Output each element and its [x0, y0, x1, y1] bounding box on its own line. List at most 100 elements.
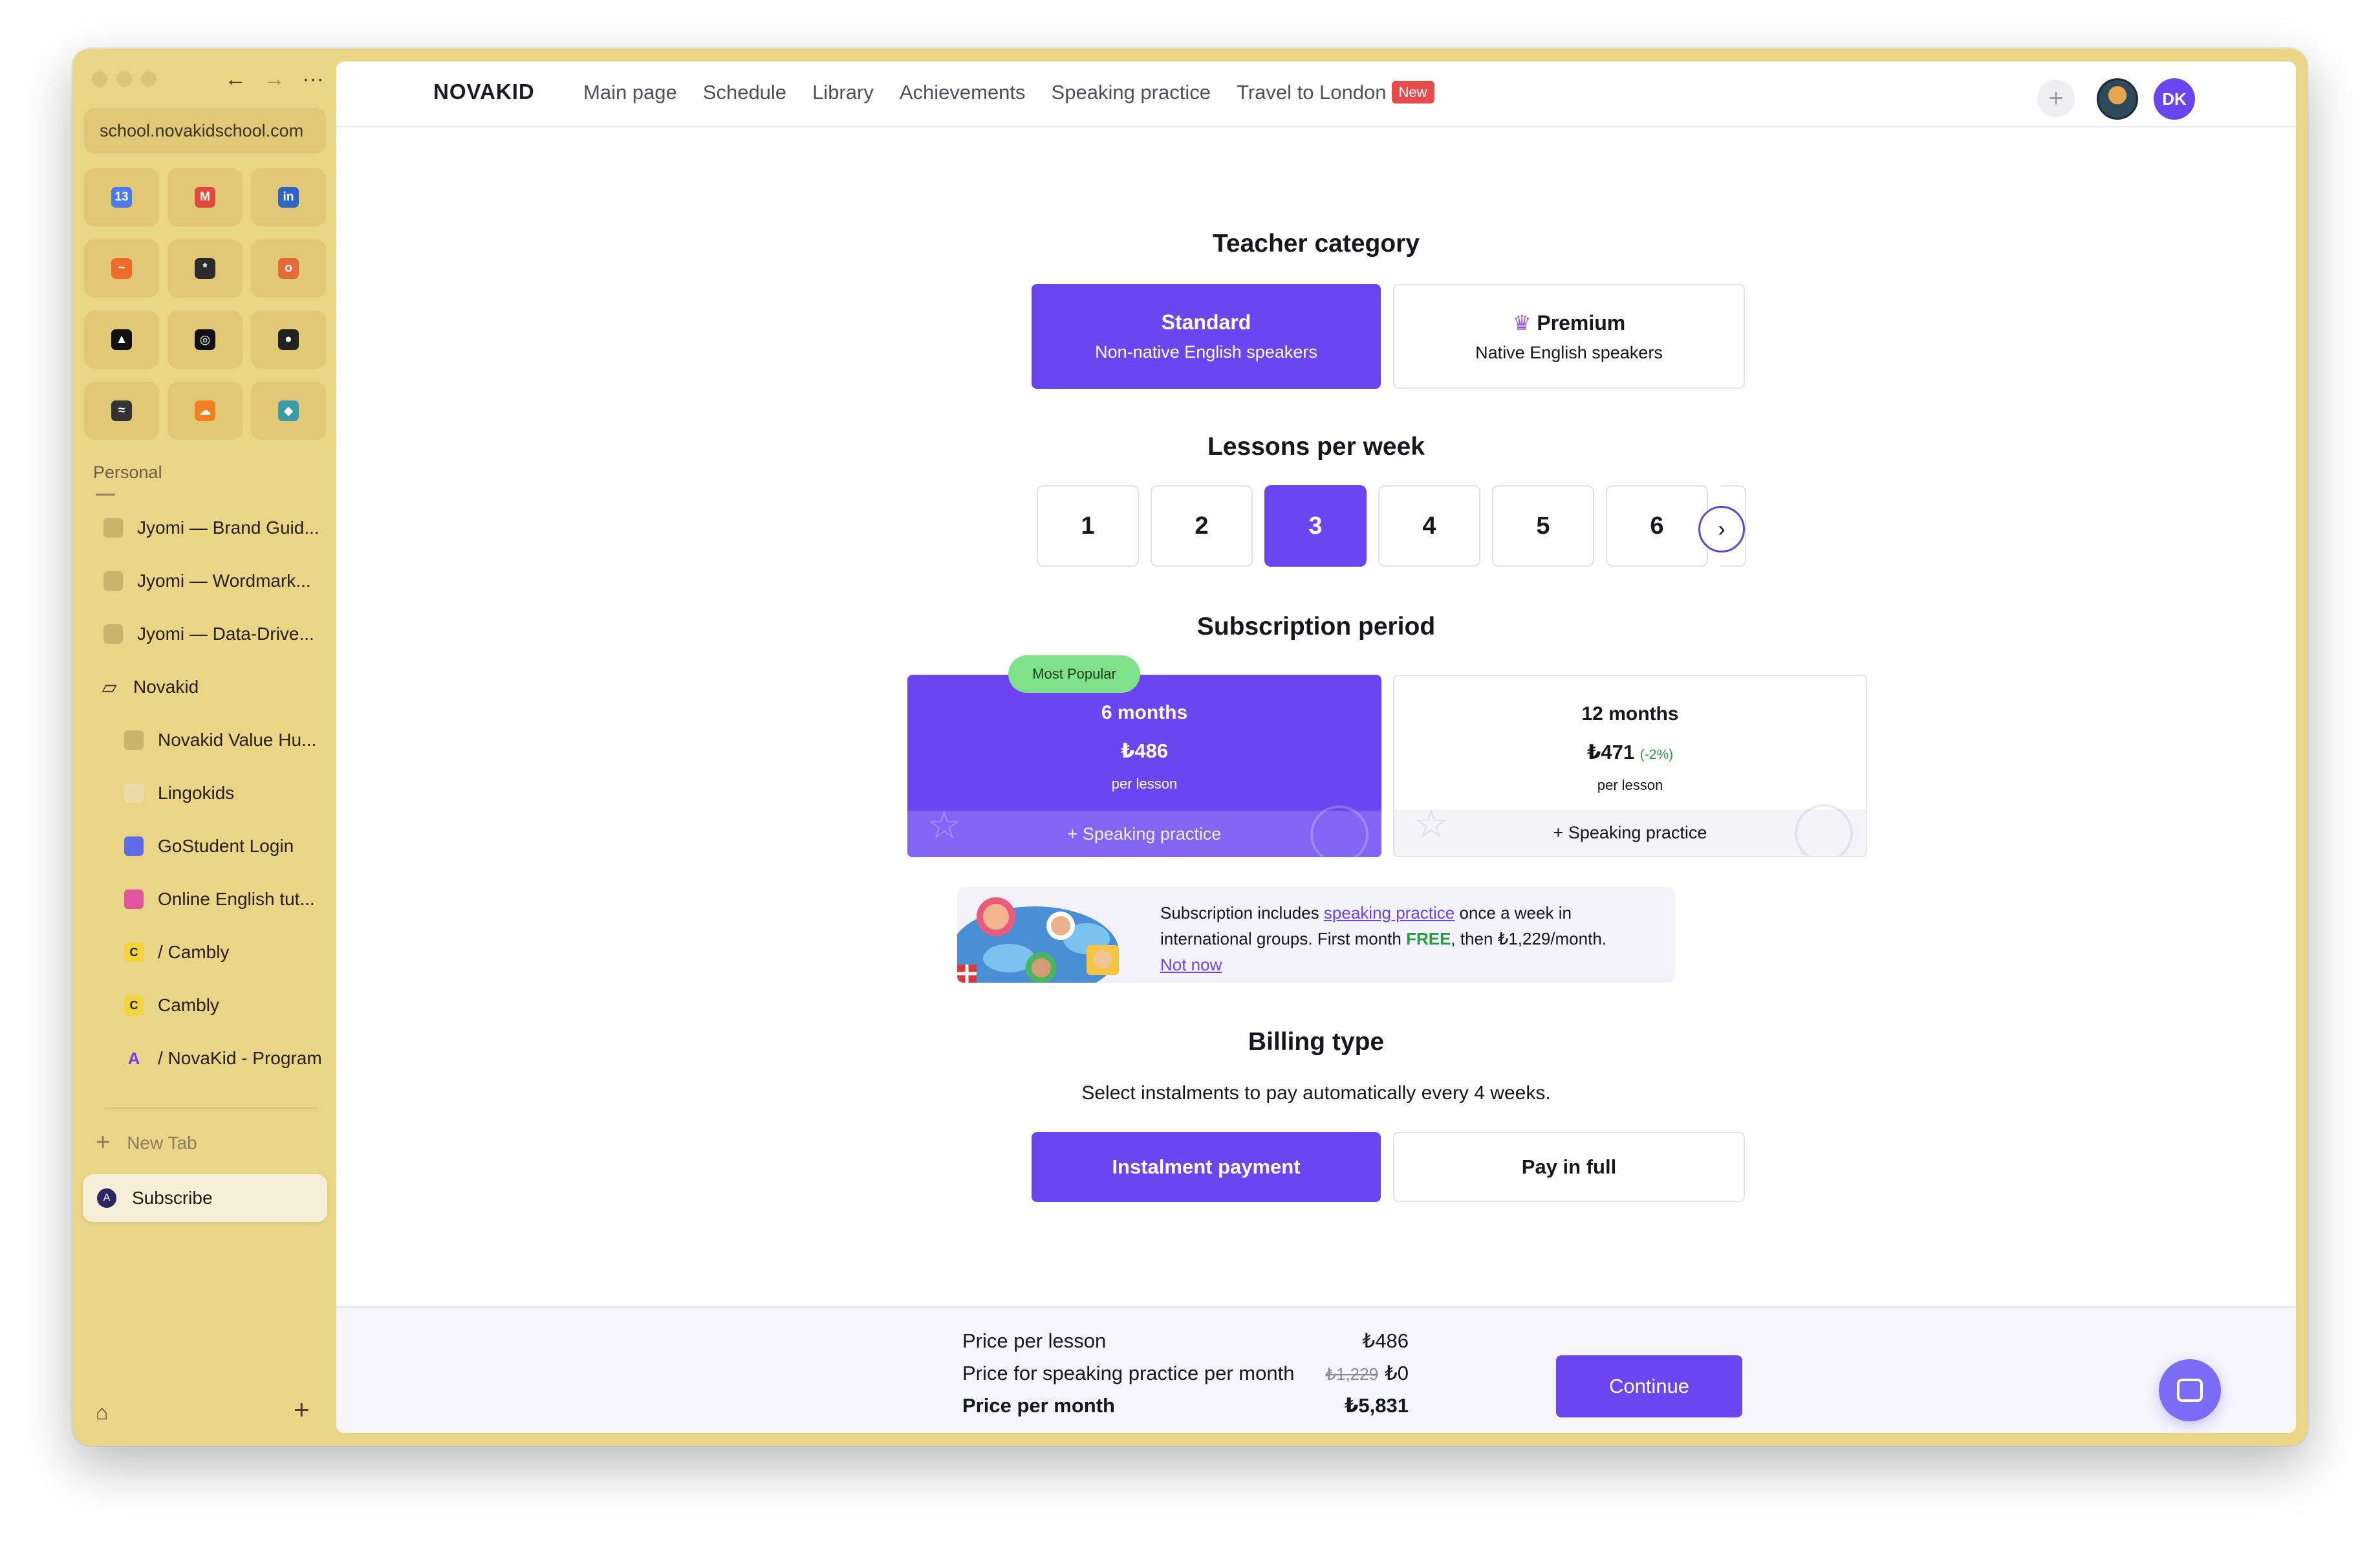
favorite-tile[interactable]: ● — [251, 311, 326, 369]
sidebar-section-label: Personal — [93, 463, 162, 482]
pay-in-full-button[interactable]: Pay in full — [1393, 1132, 1745, 1202]
sidebar-tab-item[interactable]: Online English tut... — [84, 873, 326, 926]
price-summary-footer: Price per lesson ₺486 Price for speaking … — [336, 1306, 2296, 1433]
standard-teacher-option[interactable]: Standard Non-native English speakers — [1032, 284, 1381, 389]
favorite-tile[interactable]: M — [168, 168, 243, 226]
row-label: Price per month — [962, 1394, 1115, 1417]
window-controls[interactable] — [92, 71, 157, 87]
tab-label: Jyomi — Data-Drive... — [137, 624, 314, 644]
subscription-12-months[interactable]: 12 months ₺471 (-2%) per lesson ☆ + Spea… — [1393, 675, 1867, 857]
lesson-option[interactable]: 1 — [1037, 485, 1139, 567]
menu-item[interactable]: Schedule — [703, 81, 786, 104]
continue-button[interactable]: Continue — [1556, 1355, 1742, 1417]
row-value: ₺486 — [1362, 1329, 1409, 1352]
standard-subtitle: Non-native English speakers — [1095, 342, 1317, 362]
back-arrow-icon[interactable]: ← — [224, 67, 246, 92]
speaking-practice-link[interactable]: speaking practice — [1324, 903, 1455, 923]
forward-arrow-icon[interactable]: → — [263, 67, 285, 92]
tab-label: Online English tut... — [158, 889, 315, 909]
child-avatar[interactable] — [2097, 78, 2138, 120]
sidebar-tab-item[interactable]: ▱ Novakid — [84, 661, 326, 714]
plus-icon: + — [96, 1129, 111, 1156]
speaking-practice-price-row: Price for speaking practice per month ₺1,… — [962, 1362, 1409, 1385]
favorite-tile[interactable]: o — [251, 239, 326, 298]
sidebar-tab-item[interactable]: C / Cambly — [84, 926, 326, 979]
chatgpt-icon: ◎ — [195, 329, 215, 350]
sidebar-tab-item[interactable]: A / NovaKid - Program — [84, 1032, 326, 1085]
sidebar-tab-item[interactable]: Jyomi — Data-Drive... — [84, 607, 326, 661]
add-icon[interactable]: + — [294, 1394, 310, 1425]
zoom-dot[interactable] — [141, 71, 157, 87]
sidebar-tab-item[interactable]: GoStudent Login — [84, 820, 326, 873]
promo-text-a: Subscription includes — [1160, 903, 1324, 923]
speaking-practice-strip: ☆ + Speaking practice — [907, 803, 1381, 857]
tab-label: / NovaKid - Program — [158, 1048, 322, 1068]
lesson-option[interactable]: 3 — [1264, 485, 1367, 567]
archive-icon[interactable]: ⌂ — [96, 1401, 108, 1425]
price-per-month-row: Price per month ₺5,831 — [962, 1394, 1409, 1417]
speaking-practice-label: + Speaking practice — [1067, 824, 1222, 844]
not-now-link[interactable]: Not now — [1160, 955, 1222, 974]
lingokids-icon — [124, 783, 144, 803]
sidebar-tab-item[interactable]: Lingokids — [84, 767, 326, 820]
premium-teacher-option[interactable]: ♛ Premium Native English speakers — [1393, 284, 1745, 389]
lesson-option[interactable]: 5 — [1492, 485, 1594, 567]
chat-support-icon[interactable] — [2159, 1359, 2221, 1421]
discount-label: (-2%) — [1639, 747, 1674, 762]
favorite-tile[interactable]: ≈ — [84, 382, 159, 440]
menu-item[interactable]: Speaking practice — [1052, 81, 1211, 104]
active-tab-subscribe[interactable]: A Subscribe — [83, 1174, 327, 1222]
menu-item[interactable]: Main page — [583, 81, 677, 104]
lesson-option[interactable]: 4 — [1378, 485, 1480, 567]
close-dot[interactable] — [92, 71, 107, 87]
favorite-tile[interactable]: ☁ — [168, 382, 243, 440]
spark-icon: * — [195, 258, 215, 279]
lessons-per-week-title: Lessons per week — [1207, 433, 1425, 461]
star-decoration-icon: ☆ — [1414, 802, 1449, 846]
favorite-tile[interactable]: * — [168, 239, 243, 298]
subscription-6-months[interactable]: 6 months ₺486 per lesson ☆ + Speaking pr… — [907, 675, 1381, 857]
tab-label: GoStudent Login — [158, 836, 294, 856]
menu-item[interactable]: Travel to London New — [1237, 81, 1434, 104]
sidebar-tab-item[interactable]: Novakid Value Hu... — [84, 714, 326, 767]
user-avatar[interactable]: DK — [2154, 78, 2195, 120]
sidebar-tab-list: Jyomi — Brand Guid... Jyomi — Wordmark...… — [84, 501, 326, 1085]
menu-item-label: Schedule — [702, 81, 787, 104]
favorite-tile[interactable]: ▲ — [84, 311, 159, 369]
favorite-tile[interactable]: ◆ — [251, 382, 326, 440]
period-price: ₺486 — [1120, 739, 1169, 762]
favorite-tile[interactable]: ~ — [84, 239, 159, 298]
cambly-icon: C — [124, 996, 144, 1015]
lesson-option[interactable]: 6 — [1606, 485, 1708, 567]
sidebar-tab-item[interactable]: C Cambly — [84, 979, 326, 1032]
menu-item-label: Travel to London — [1236, 81, 1387, 104]
doc-icon — [124, 730, 144, 750]
menu-item-label: Main page — [583, 81, 677, 104]
instalment-payment-button[interactable]: Instalment payment — [1032, 1132, 1381, 1202]
novakid-logo[interactable]: NOVAKID — [433, 80, 535, 104]
favorite-tile[interactable]: ◎ — [168, 311, 243, 369]
add-plus-icon[interactable]: + — [2037, 80, 2075, 117]
crown-icon: ♛ — [1512, 311, 1531, 334]
promo-text-c: international groups. First month — [1160, 929, 1407, 948]
sidebar-tab-item[interactable]: Jyomi — Brand Guid... — [84, 501, 326, 554]
novakid-icon: A — [97, 1188, 116, 1208]
period-price: ₺471 — [1586, 741, 1635, 763]
subscription-period-title: Subscription period — [1196, 613, 1436, 640]
minimize-dot[interactable] — [116, 71, 132, 87]
chevron-right-icon[interactable]: › — [1698, 506, 1745, 552]
sidebar-tab-item[interactable]: Jyomi — Wordmark... — [84, 554, 326, 607]
favorite-tile[interactable]: in — [251, 168, 326, 226]
new-tab-button[interactable]: + New Tab — [96, 1129, 197, 1157]
menu-item[interactable]: Library — [812, 81, 874, 104]
nav-arrows: ← → ··· — [224, 67, 324, 92]
favorite-tile[interactable]: 13 — [84, 168, 159, 226]
url-bar[interactable]: school.novakidschool.com — [84, 108, 326, 153]
lesson-option[interactable]: 2 — [1151, 485, 1253, 567]
menu-item[interactable]: Achievements — [900, 81, 1026, 104]
billing-subtitle: Select instalments to pay automatically … — [1081, 1082, 1551, 1104]
gmail-icon: M — [195, 187, 215, 208]
more-icon[interactable]: ··· — [302, 67, 324, 92]
standard-title: Standard — [1161, 311, 1251, 334]
swirl-decoration-icon — [1795, 804, 1853, 856]
